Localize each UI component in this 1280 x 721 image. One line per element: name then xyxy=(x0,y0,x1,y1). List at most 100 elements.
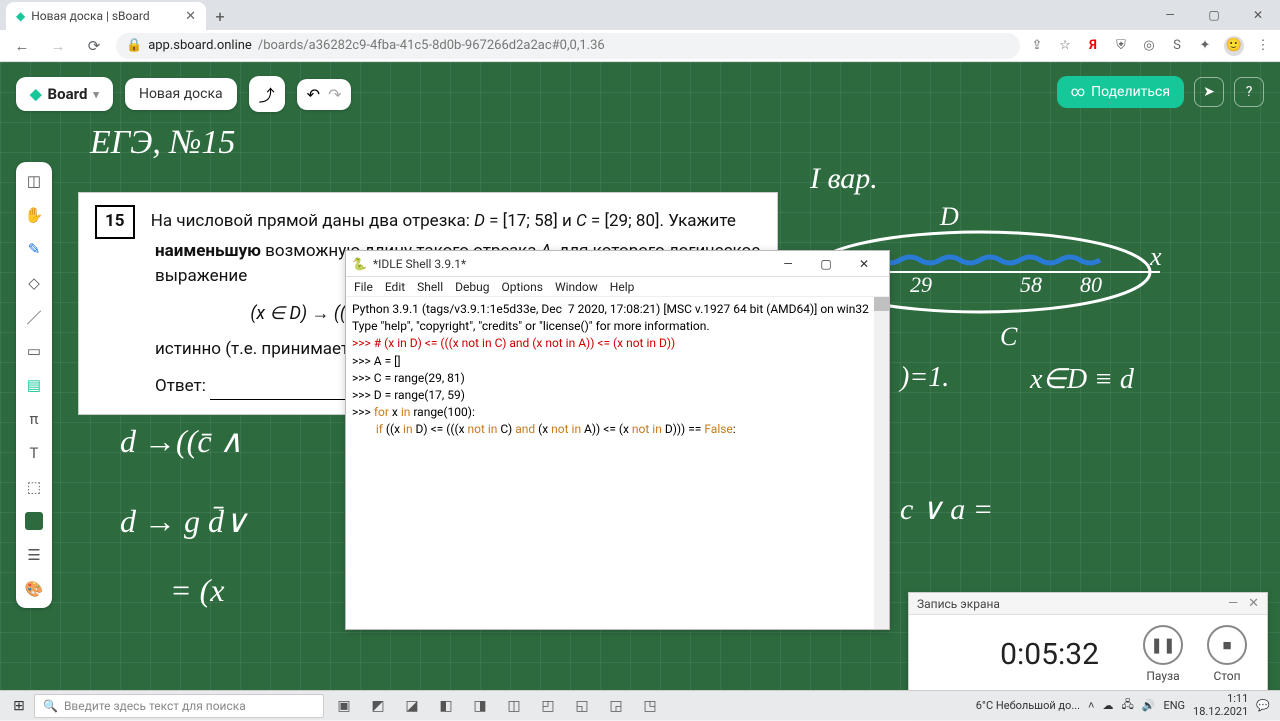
pen-tool[interactable]: ✎ xyxy=(20,236,48,262)
url-path: /boards/a36282c9-4fba-41c5-8d0b-967266d2… xyxy=(258,38,605,53)
taskbar-app-icon[interactable]: ◪ xyxy=(398,692,426,720)
minimize-icon[interactable]: — xyxy=(1148,0,1192,30)
maximize-icon[interactable]: ▢ xyxy=(1192,0,1236,30)
task-view-icon[interactable]: ▣ xyxy=(330,692,358,720)
recorder-pause-button[interactable]: ❚❚ Пауза xyxy=(1143,625,1183,683)
hand-var: I вар. xyxy=(810,162,878,196)
new-tab-button[interactable]: + xyxy=(206,2,234,30)
extension-icon[interactable]: ◎ xyxy=(1140,37,1158,55)
search-icon: 🔍 xyxy=(43,699,58,713)
tray-network-icon[interactable]: 🖧 xyxy=(1121,696,1133,715)
close-window-icon[interactable]: ✕ xyxy=(1236,0,1280,30)
kebab-icon[interactable]: ⋮ xyxy=(1254,37,1272,55)
rect-tool[interactable]: ▭ xyxy=(20,338,48,364)
sboard-logo[interactable]: ◆Board▾ xyxy=(16,77,113,111)
select-tool[interactable]: ◫ xyxy=(20,168,48,194)
hand-left2: d → g d̄∨ xyxy=(120,502,247,540)
hand-left3: = (x xyxy=(170,572,224,609)
url-host: app.sboard.online xyxy=(148,38,252,53)
upload-button[interactable]: ⤴ xyxy=(249,76,285,112)
taskbar-app-icon[interactable]: ◲ xyxy=(602,692,630,720)
taskbar-app-icon[interactable]: ◱ xyxy=(568,692,596,720)
board-name[interactable]: Новая доска xyxy=(125,78,237,110)
recorder-minimize-icon[interactable]: — xyxy=(1228,596,1238,611)
browser-tab[interactable]: ◆ Новая доска | sBoard ✕ xyxy=(6,2,206,30)
address-bar: ← → ⟳ 🔒 app.sboard.online/boards/a36282c… xyxy=(0,30,1280,62)
ublock-icon[interactable]: ⛨ xyxy=(1112,37,1130,55)
recorder-close-icon[interactable]: ✕ xyxy=(1248,596,1259,611)
hand-title: ЕГЭ, №15 xyxy=(90,124,235,162)
bookmark-icon[interactable]: ☆ xyxy=(1056,37,1074,55)
start-button[interactable]: ⊞ xyxy=(4,691,34,721)
taskbar-app-icon[interactable]: ◧ xyxy=(432,692,460,720)
idle-scrollbar[interactable] xyxy=(874,297,889,629)
share-page-icon[interactable]: ⇪ xyxy=(1028,37,1046,55)
text-tool[interactable]: T xyxy=(20,440,48,466)
menu-edit[interactable]: Edit xyxy=(385,280,405,294)
taskbar-app-icon[interactable]: ◩ xyxy=(364,692,392,720)
redo-button[interactable]: ↷ xyxy=(328,85,341,104)
stroke-width-tool[interactable]: ☰ xyxy=(20,542,48,568)
share-icon: ∞ xyxy=(1071,84,1085,100)
color-swatch[interactable] xyxy=(20,508,48,534)
cursor-mode-button[interactable]: ➤ xyxy=(1194,77,1224,107)
help-button[interactable]: ? xyxy=(1234,77,1264,107)
problem-number: 15 xyxy=(95,205,135,239)
recorder-elapsed: 0:05:32 xyxy=(1000,637,1099,672)
taskbar-app-icon[interactable]: ◫ xyxy=(500,692,528,720)
hand-tool[interactable]: ✋ xyxy=(20,202,48,228)
menu-options[interactable]: Options xyxy=(501,280,543,294)
idle-close-icon[interactable]: ✕ xyxy=(845,257,883,271)
idle-minimize-icon[interactable]: — xyxy=(769,257,807,271)
palette-tool[interactable]: 🎨 xyxy=(20,576,48,602)
lock-icon: 🔒 xyxy=(126,38,142,53)
close-icon[interactable]: ✕ xyxy=(185,9,196,24)
menu-debug[interactable]: Debug xyxy=(455,280,489,294)
weather-widget[interactable]: 6°C Небольшой до... xyxy=(976,699,1080,712)
line-tool[interactable]: ／ xyxy=(20,304,48,330)
undo-button[interactable]: ↶ xyxy=(307,85,320,104)
window-controls: — ▢ ✕ xyxy=(1148,0,1280,30)
menu-file[interactable]: File xyxy=(354,280,373,294)
taskbar-app-icon[interactable]: ◰ xyxy=(534,692,562,720)
menu-help[interactable]: Help xyxy=(610,280,635,294)
recorder-titlebar[interactable]: Запись экрана — ✕ xyxy=(909,593,1267,615)
menu-shell[interactable]: Shell xyxy=(417,280,443,294)
extension-s-icon[interactable]: S xyxy=(1168,37,1186,55)
book-tool[interactable]: ▤ xyxy=(20,372,48,398)
reload-button[interactable]: ⟳ xyxy=(80,32,108,60)
tray-onedrive-icon[interactable]: ☁ xyxy=(1102,699,1113,712)
tray-language[interactable]: ENG xyxy=(1163,699,1185,712)
tray-notifications-icon[interactable]: 💬 xyxy=(1256,699,1270,712)
forward-button[interactable]: → xyxy=(44,32,72,60)
share-button[interactable]: ∞Поделиться xyxy=(1057,76,1184,108)
taskbar-app-icon[interactable]: ◳ xyxy=(636,692,664,720)
python-icon: 🐍 xyxy=(352,257,367,271)
url-field[interactable]: 🔒 app.sboard.online/boards/a36282c9-4fba… xyxy=(116,33,1020,59)
upload-icon: ⤴ xyxy=(259,82,275,106)
tray-clock[interactable]: 1:11 18.12.2021 xyxy=(1193,693,1248,717)
yandex-icon[interactable]: Я xyxy=(1084,37,1102,55)
hand-left1: d →((c̄ ∧ xyxy=(120,422,243,460)
stop-icon: ■ xyxy=(1207,625,1247,665)
puzzle-icon[interactable]: ✦ xyxy=(1196,37,1214,55)
math-tool[interactable]: π xyxy=(20,406,48,432)
shapes-tool[interactable]: ⬚ xyxy=(20,474,48,500)
idle-maximize-icon[interactable]: ▢ xyxy=(807,257,845,271)
idle-shell-output[interactable]: Python 3.9.1 (tags/v3.9.1:1e5d33e, Dec 7… xyxy=(346,297,889,629)
eraser-tool[interactable]: ◇ xyxy=(20,270,48,296)
taskbar-search[interactable]: 🔍 Введите здесь текст для поиска xyxy=(34,694,324,718)
pause-icon: ❚❚ xyxy=(1143,625,1183,665)
back-button[interactable]: ← xyxy=(8,32,36,60)
browser-tab-strip: ◆ Новая доска | sBoard ✕ + — ▢ ✕ xyxy=(0,0,1280,30)
avatar[interactable]: 🙂 xyxy=(1224,36,1244,56)
tray-chevron-icon[interactable]: ˄ xyxy=(1088,699,1094,712)
hand-eq3: c ∨ a = xyxy=(900,492,993,527)
menu-window[interactable]: Window xyxy=(555,280,598,294)
tray-volume-icon[interactable]: 🔊 xyxy=(1142,699,1156,712)
taskbar-app-icon[interactable]: ◨ xyxy=(466,692,494,720)
tab-title: Новая доска | sBoard xyxy=(31,9,149,23)
recorder-stop-button[interactable]: ■ Стоп xyxy=(1207,625,1247,683)
idle-titlebar[interactable]: 🐍 *IDLE Shell 3.9.1* — ▢ ✕ xyxy=(346,251,889,277)
tab-favicon: ◆ xyxy=(16,9,25,23)
